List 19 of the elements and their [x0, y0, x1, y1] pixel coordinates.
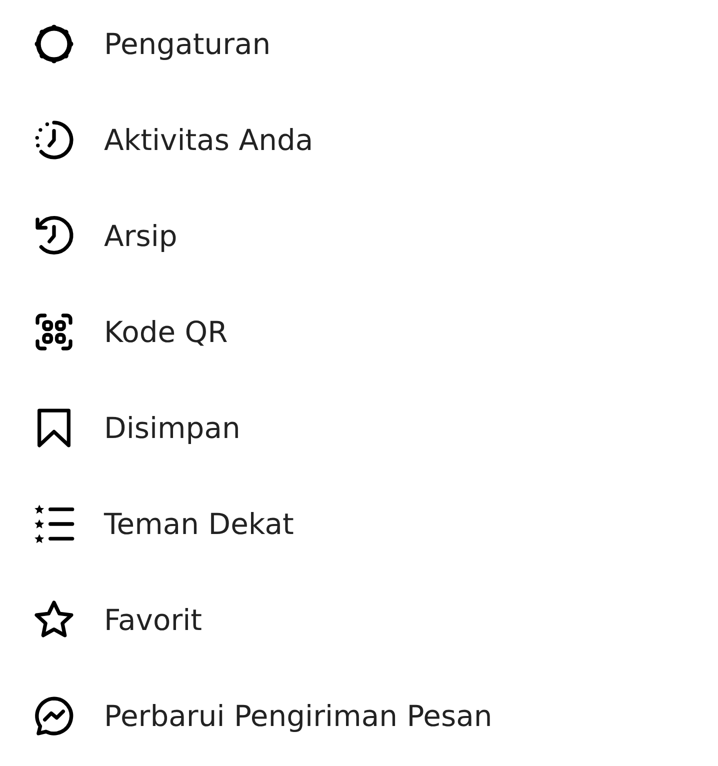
- menu-label: Kode QR: [104, 315, 228, 349]
- star-list-icon: [32, 502, 76, 546]
- menu-item[interactable]: Teman Dekat: [0, 476, 718, 572]
- chat-bubble-icon: [32, 694, 76, 738]
- menu-label: Aktivitas Anda: [104, 123, 314, 157]
- menu-item[interactable]: Pengaturan: [0, 0, 718, 92]
- menu-label: Favorit: [104, 603, 202, 637]
- menu-label: Arsip: [104, 219, 178, 253]
- menu-item[interactable]: Favorit: [0, 572, 718, 668]
- menu-label: Teman Dekat: [104, 507, 294, 541]
- menu-label: Perbarui Pengiriman Pesan: [104, 699, 492, 733]
- gear-icon: [32, 22, 76, 66]
- menu-item[interactable]: Kode QR: [0, 284, 718, 380]
- menu-item[interactable]: Aktivitas Anda: [0, 92, 718, 188]
- menu-label: Disimpan: [104, 411, 240, 445]
- menu-label: Pengaturan: [104, 27, 271, 61]
- menu-item[interactable]: Disimpan: [0, 380, 718, 476]
- menu-item[interactable]: Arsip: [0, 188, 718, 284]
- menu-item[interactable]: Perbarui Pengiriman Pesan: [0, 668, 718, 764]
